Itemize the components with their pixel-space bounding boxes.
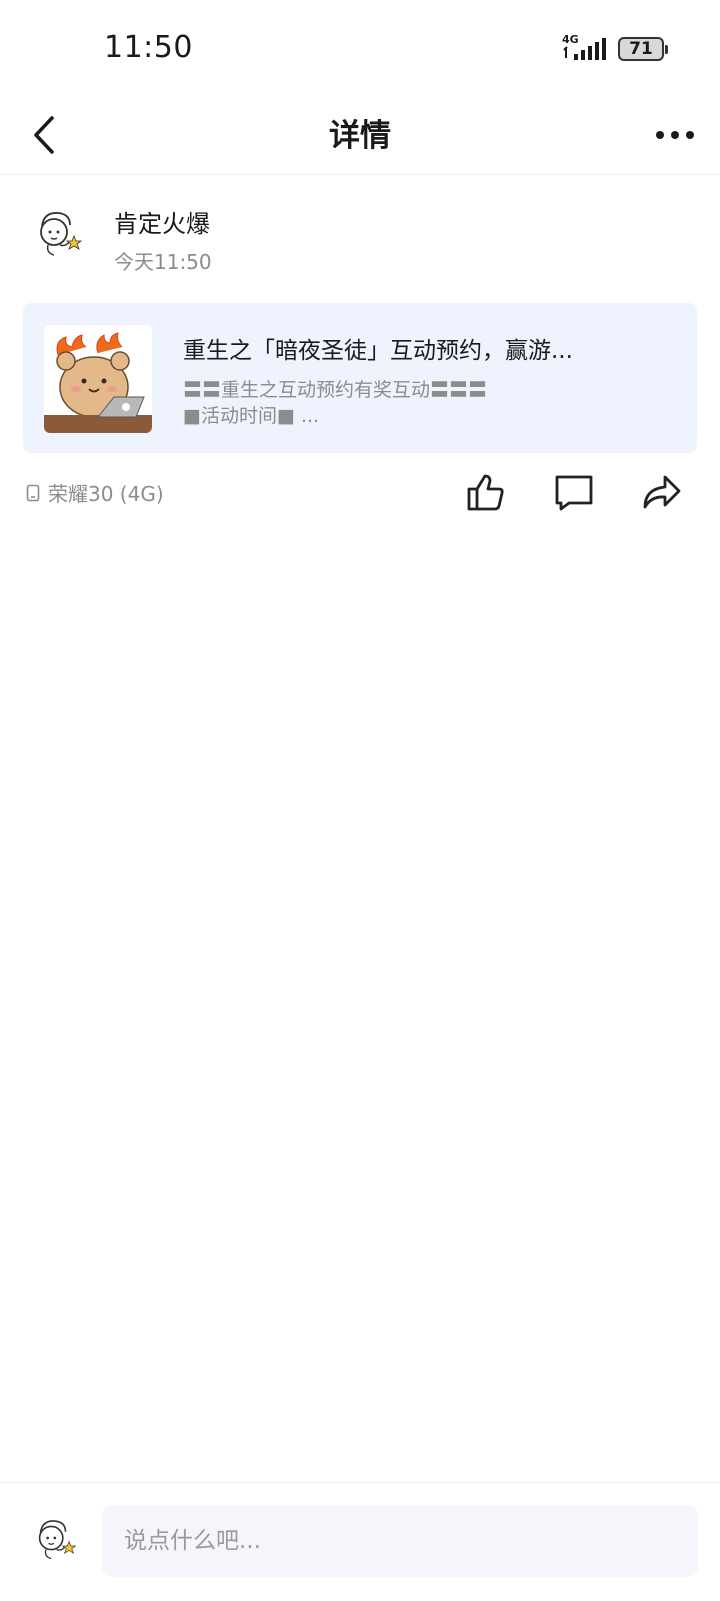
author-name[interactable]: 肯定火爆: [114, 204, 210, 239]
status-icons: 4G 71: [562, 33, 668, 62]
battery-tip: [665, 44, 668, 54]
comment-input[interactable]: [102, 1505, 698, 1577]
device-info: 荣耀30 (4G): [26, 478, 164, 507]
shared-link-card[interactable]: 重生之「暗夜圣徒」互动预约，赢游... 〓〓重生之互动预约有奖互动〓〓〓 ■活动…: [23, 303, 697, 453]
card-description-line1: 〓〓重生之互动预约有奖互动〓〓〓: [183, 379, 488, 401]
phone-icon: [26, 484, 40, 501]
card-description-line2: ■活动时间■ ...: [183, 405, 320, 427]
share-icon: [643, 475, 681, 509]
current-user-avatar: [28, 1513, 78, 1563]
signal-icon: 4G: [562, 33, 608, 62]
battery-level: 71: [629, 39, 653, 59]
battery-icon: 71: [618, 37, 668, 61]
page-title: 详情: [329, 118, 391, 154]
battery-body: 71: [618, 37, 664, 61]
comment-icon: [555, 475, 593, 511]
network-label: 4G: [562, 33, 579, 46]
status-bar: 11:50 4G 71: [0, 0, 720, 96]
card-title: 重生之「暗夜圣徒」互动预约，赢游...: [183, 338, 573, 364]
card-thumbnail: [44, 325, 152, 433]
more-button[interactable]: [650, 110, 700, 160]
comment-bar: [0, 1482, 720, 1601]
more-horizontal-icon: [656, 131, 694, 139]
device-name: 荣耀30 (4G): [48, 482, 164, 506]
like-button[interactable]: [462, 468, 510, 516]
post-timestamp: 今天11:50: [114, 250, 212, 274]
comment-button[interactable]: [550, 468, 598, 516]
thumbs-up-icon: [467, 474, 504, 511]
share-button[interactable]: [638, 468, 686, 516]
avatar[interactable]: [28, 204, 84, 260]
status-time: 11:50: [104, 30, 193, 65]
top-app-bar: 详情: [0, 96, 720, 175]
